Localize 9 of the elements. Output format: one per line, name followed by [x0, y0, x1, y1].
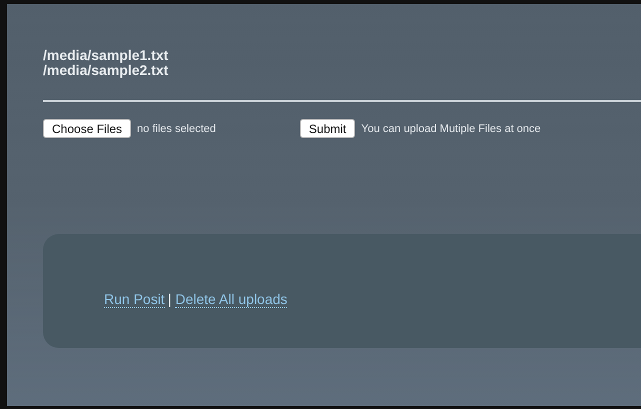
action-link[interactable]: Run Posit — [104, 290, 165, 308]
link-separator: | — [168, 291, 172, 307]
file-status: no files selected — [137, 122, 216, 134]
choose-files-button[interactable]: Choose Files — [43, 119, 132, 138]
file-path: /media/sample1.txt — [43, 48, 170, 63]
file-path: /media/sample2.txt — [43, 63, 170, 78]
upload-hint: You can upload Mutiple Files at once — [361, 122, 541, 134]
action-link[interactable]: Delete All uploads — [175, 290, 288, 308]
submit-button[interactable]: Submit — [300, 119, 356, 138]
